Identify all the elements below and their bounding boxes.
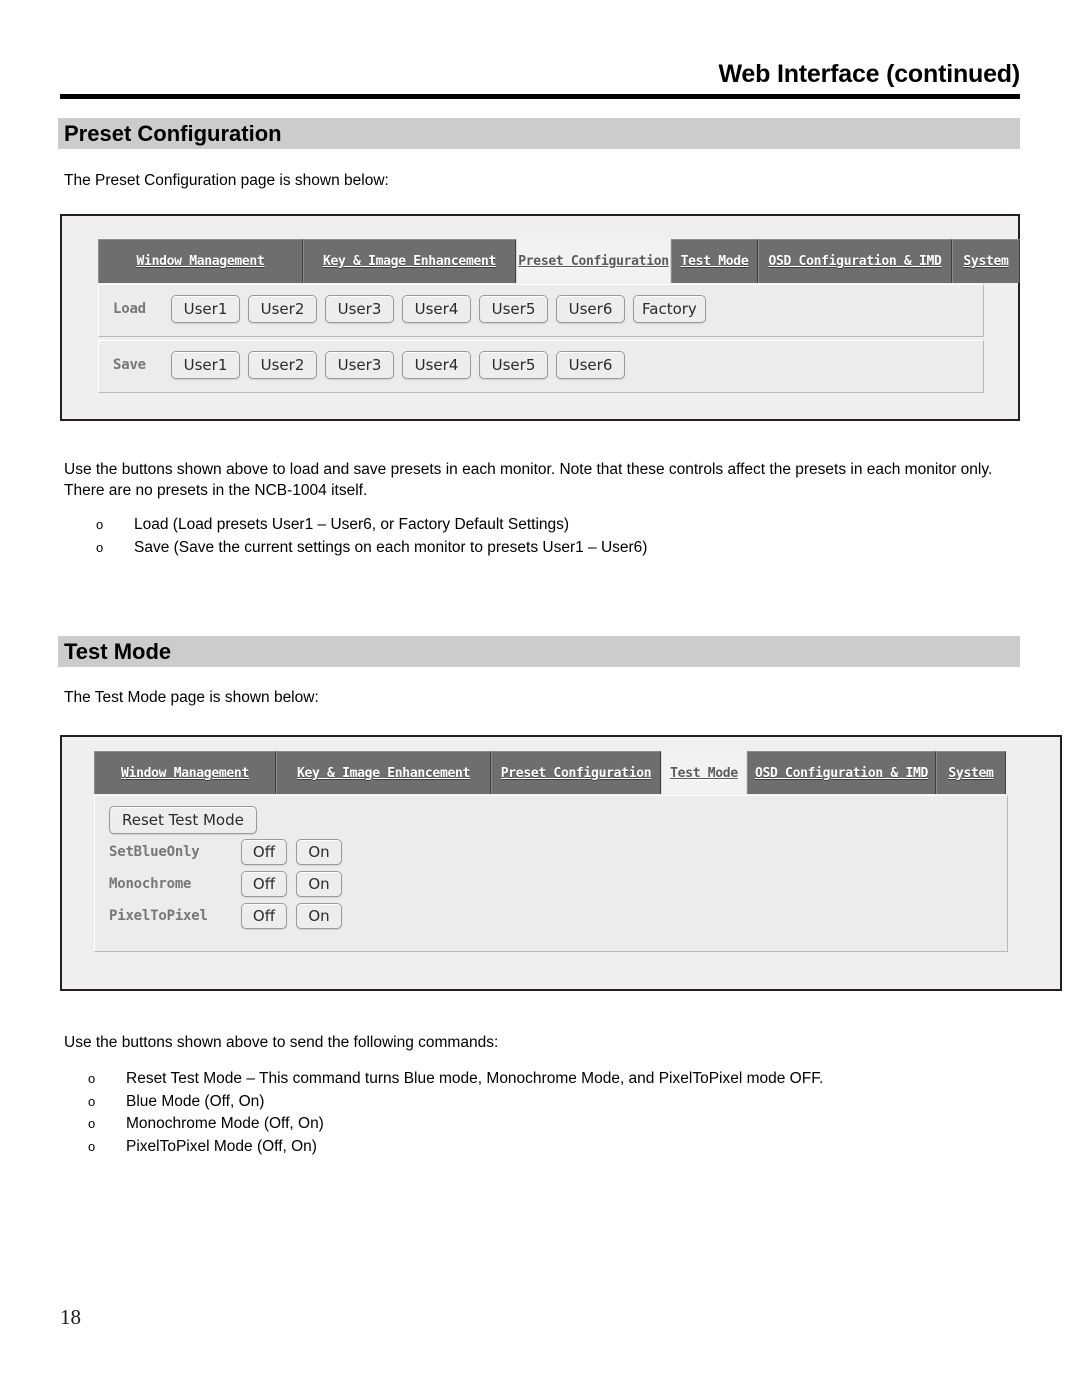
pixel-to-pixel-off-button[interactable]: Off — [241, 903, 287, 929]
screenshot-test-mode-inner: Window Management Key & Image Enhancemen… — [62, 737, 1060, 989]
save-user6-button[interactable]: User6 — [556, 351, 625, 379]
save-user5-button[interactable]: User5 — [479, 351, 548, 379]
list-item: o Reset Test Mode – This command turns B… — [84, 1068, 1014, 1091]
bullet-marker: o — [96, 539, 104, 555]
screenshot-preset-inner: Window Management Key & Image Enhancemen… — [62, 216, 1020, 419]
list-item: o Blue Mode (Off, On) — [84, 1091, 1014, 1114]
tab-window-management[interactable]: Window Management — [94, 751, 276, 794]
load-user4-button[interactable]: User4 — [402, 295, 471, 323]
tab-label: Window Management — [136, 254, 265, 269]
tab-label: Preset Configuration — [500, 765, 652, 781]
tab-key-and-image-enhancement[interactable]: Key & Image Enhancement — [303, 239, 516, 283]
section-heading-test-mode: Test Mode — [58, 636, 1020, 667]
screenshot-preset-configuration: Window Management Key & Image Enhancemen… — [60, 214, 1020, 421]
list-item-text: Blue Mode (Off, On) — [126, 1092, 265, 1110]
section-title-text: Test Mode — [64, 639, 172, 664]
save-user4-button[interactable]: User4 — [402, 351, 471, 379]
load-factory-button[interactable]: Factory — [633, 295, 706, 323]
tab-label: Window Management — [121, 765, 249, 781]
load-panel: Load User1 User2 User3 User4 User5 User6… — [98, 284, 984, 337]
list-item-text: Monochrome Mode (Off, On) — [126, 1115, 324, 1132]
list-item-text: Save (Save the current settings on each … — [134, 538, 648, 556]
tab-osd-configuration-and-imd[interactable]: OSD Configuration & IMD — [747, 751, 936, 794]
bullet-marker: o — [88, 1138, 96, 1154]
load-user6-button[interactable]: User6 — [556, 295, 625, 323]
bullet-marker: o — [96, 517, 104, 532]
section-heading-preset-configuration: Preset Configuration — [58, 118, 1020, 149]
tab-label: System — [948, 765, 994, 781]
set-blue-only-on-button[interactable]: On — [296, 839, 342, 865]
bullet-marker: o — [88, 1071, 96, 1086]
monochrome-off-button[interactable]: Off — [241, 871, 287, 897]
tab-label: OSD Configuration & IMD — [754, 765, 929, 781]
tab-system[interactable]: System — [936, 751, 1006, 794]
preset-body-paragraph: Use the buttons shown above to load and … — [64, 461, 993, 499]
list-item-text: Reset Test Mode – This command turns Blu… — [126, 1070, 824, 1087]
pixel-to-pixel-row: PixelToPixel Off On — [109, 903, 351, 929]
monochrome-label: Monochrome — [109, 876, 192, 892]
page-number: 18 — [60, 1305, 81, 1329]
set-blue-only-row: SetBlueOnly Off On — [109, 839, 351, 865]
load-user5-button[interactable]: User5 — [479, 295, 548, 323]
test-mode-tab-bar: Window Management Key & Image Enhancemen… — [94, 751, 1006, 794]
tab-preset-configuration[interactable]: Preset Configuration — [491, 751, 661, 794]
save-user1-button[interactable]: User1 — [171, 351, 240, 379]
set-blue-only-off-button[interactable]: Off — [241, 839, 287, 865]
document-page: Web Interface (continued) Preset Configu… — [0, 0, 1080, 1397]
list-item: o Save (Save the current settings on eac… — [92, 537, 992, 560]
preset-tab-bar: Window Management Key & Image Enhancemen… — [98, 239, 1020, 283]
save-row: Save User1 User2 User3 User4 User5 User6 — [113, 351, 633, 379]
list-item-text: Load (Load presets User1 – User6, or Fac… — [134, 516, 570, 533]
tab-label: OSD Configuration & IMD — [768, 254, 942, 269]
section-title-text: Preset Configuration — [64, 121, 282, 146]
tab-window-management[interactable]: Window Management — [98, 239, 303, 283]
test-mode-body-paragraph: Use the buttons shown above to send the … — [64, 1034, 499, 1051]
bullet-marker: o — [88, 1093, 96, 1109]
tab-system[interactable]: System — [952, 239, 1020, 283]
save-user3-button[interactable]: User3 — [325, 351, 394, 379]
reset-test-mode-row: Reset Test Mode — [109, 806, 257, 834]
save-panel: Save User1 User2 User3 User4 User5 User6 — [98, 340, 984, 393]
reset-test-mode-button[interactable]: Reset Test Mode — [109, 806, 257, 834]
tab-label: Test Mode — [670, 765, 738, 781]
set-blue-only-label: SetBlueOnly — [109, 844, 200, 860]
load-user1-button[interactable]: User1 — [171, 295, 240, 323]
tab-preset-configuration[interactable]: Preset Configuration — [516, 239, 671, 283]
bullet-marker: o — [88, 1116, 96, 1131]
list-item: o Monochrome Mode (Off, On) — [84, 1113, 1014, 1136]
save-row-label: Save — [113, 357, 146, 373]
test-mode-panel: Reset Test Mode SetBlueOnly Off On Monoc… — [94, 795, 1008, 952]
save-user2-button[interactable]: User2 — [248, 351, 317, 379]
load-row-label: Load — [113, 301, 146, 317]
tab-label: Test Mode — [680, 254, 749, 269]
preset-bullet-list: o Load (Load presets User1 – User6, or F… — [92, 514, 992, 559]
load-user2-button[interactable]: User2 — [248, 295, 317, 323]
load-user3-button[interactable]: User3 — [325, 295, 394, 323]
screenshot-test-mode: Window Management Key & Image Enhancemen… — [60, 735, 1062, 991]
tab-key-and-image-enhancement[interactable]: Key & Image Enhancement — [276, 751, 491, 794]
pixel-to-pixel-on-button[interactable]: On — [296, 903, 342, 929]
monochrome-on-button[interactable]: On — [296, 871, 342, 897]
tab-label: Preset Configuration — [518, 254, 669, 269]
list-item: o PixelToPixel Mode (Off, On) — [84, 1136, 1014, 1159]
pixel-to-pixel-label: PixelToPixel — [109, 908, 208, 924]
list-item: o Load (Load presets User1 – User6, or F… — [92, 514, 992, 537]
tab-label: System — [963, 254, 1009, 269]
tab-osd-configuration-and-imd[interactable]: OSD Configuration & IMD — [758, 239, 952, 283]
tab-label: Key & Image Enhancement — [322, 254, 497, 269]
test-mode-intro-paragraph: The Test Mode page is shown below: — [64, 689, 319, 706]
header-rule — [60, 94, 1020, 99]
list-item-text: PixelToPixel Mode (Off, On) — [126, 1137, 317, 1155]
running-header: Web Interface (continued) — [718, 60, 1020, 88]
monochrome-row: Monochrome Off On — [109, 871, 351, 897]
tab-test-mode[interactable]: Test Mode — [661, 751, 747, 794]
preset-intro-paragraph: The Preset Configuration page is shown b… — [64, 172, 389, 189]
load-row: Load User1 User2 User3 User4 User5 User6… — [113, 295, 714, 323]
tab-test-mode[interactable]: Test Mode — [671, 239, 758, 283]
tab-label: Key & Image Enhancement — [296, 765, 471, 781]
test-mode-bullet-list: o Reset Test Mode – This command turns B… — [84, 1068, 1014, 1158]
